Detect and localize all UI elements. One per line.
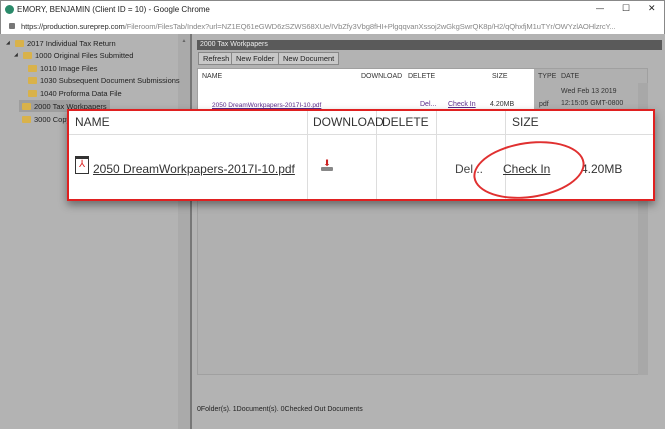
- callout-header-name: NAME: [75, 115, 110, 129]
- tree-item[interactable]: ◢ 2017 Individual Tax Return: [6, 37, 116, 49]
- minimize-button[interactable]: —: [596, 4, 604, 13]
- header-name[interactable]: NAME: [202, 73, 222, 80]
- tree-item[interactable]: 1040 Proforma Data File: [28, 87, 122, 99]
- header-size[interactable]: SIZE: [492, 73, 508, 80]
- file-type: pdf: [539, 101, 549, 108]
- tree-label: 1030 Subsequent Document Submissions: [40, 75, 180, 85]
- window-title: EMORY, BENJAMIN (Client ID = 10) - Googl…: [17, 5, 210, 14]
- folder-icon: [28, 89, 37, 97]
- tree-item[interactable]: 1030 Subsequent Document Submissions: [28, 74, 180, 86]
- folder-icon: [22, 115, 31, 123]
- callout-file-name-link[interactable]: 2050 DreamWorkpapers-2017I-10.pdf: [93, 162, 295, 176]
- folder-icon: [23, 51, 32, 59]
- file-size: 4.20MB: [490, 101, 515, 108]
- download-icon[interactable]: ⬇: [321, 159, 333, 171]
- folder-icon: [15, 39, 24, 47]
- status-text: 0Folder(s). 1Document(s). 0Checked Out D…: [197, 406, 363, 413]
- file-name-link[interactable]: 2050 DreamWorkpapers-2017I-10.pdf: [212, 102, 321, 109]
- address-bar[interactable]: https://production.sureprep.com/Fileroom…: [0, 18, 665, 34]
- header-delete[interactable]: DELETE: [408, 73, 435, 80]
- chrome-shield-icon: [5, 5, 14, 14]
- maximize-button[interactable]: ☐: [622, 3, 630, 14]
- expand-arrow-icon[interactable]: ◢: [6, 40, 12, 46]
- callout-header-delete: DELETE: [382, 115, 429, 129]
- header-date[interactable]: DATE: [561, 73, 579, 80]
- highlight-circle: [469, 134, 589, 206]
- new-document-button[interactable]: New Document: [278, 52, 340, 65]
- tree-label: 2017 Individual Tax Return: [27, 38, 116, 48]
- panel-header: 2000 Tax Workpapers: [197, 40, 662, 50]
- refresh-button[interactable]: Refresh: [198, 52, 235, 65]
- zoom-callout: NAME DOWNLOAD DELETE SIZE ⅄ 2050 DreamWo…: [67, 109, 655, 206]
- url-text[interactable]: https://production.sureprep.com/Fileroom…: [21, 22, 659, 31]
- folder-icon: [28, 76, 37, 84]
- folder-icon: [22, 102, 31, 110]
- check-in-link[interactable]: Check In: [448, 101, 476, 108]
- tree-label: 1000 Original Files Submitted: [35, 50, 134, 60]
- close-button[interactable]: ✕: [648, 3, 656, 14]
- folder-icon: [28, 64, 37, 72]
- delete-link[interactable]: Del...: [420, 101, 436, 108]
- folder-tree: ▲ ◢ 2017 Individual Tax Return ◢ 1000 Orig…: [0, 34, 192, 429]
- tree-item[interactable]: 3000 Copy: [22, 113, 70, 125]
- lock-icon: [9, 23, 15, 29]
- pdf-file-icon: ⅄: [75, 156, 89, 174]
- new-folder-button[interactable]: New Folder: [231, 52, 280, 65]
- callout-header-download: DOWNLOAD: [313, 115, 384, 129]
- header-type[interactable]: TYPE: [538, 73, 556, 80]
- tree-item[interactable]: ◢ 1000 Original Files Submitted: [14, 49, 133, 61]
- expand-arrow-icon[interactable]: ◢: [14, 52, 20, 58]
- tree-label: 1010 Image Files: [40, 63, 98, 73]
- tree-scrollbar[interactable]: ▲: [178, 34, 190, 429]
- callout-header-size: SIZE: [512, 115, 539, 129]
- header-download[interactable]: DOWNLOAD: [361, 73, 402, 80]
- tree-item[interactable]: 1010 Image Files: [28, 62, 98, 74]
- window-titlebar: EMORY, BENJAMIN (Client ID = 10) - Googl…: [0, 0, 665, 18]
- tree-label: 1040 Proforma Data File: [40, 88, 122, 98]
- tree-label: 3000 Copy: [34, 114, 71, 124]
- callout-file-size: 4.20MB: [581, 162, 623, 176]
